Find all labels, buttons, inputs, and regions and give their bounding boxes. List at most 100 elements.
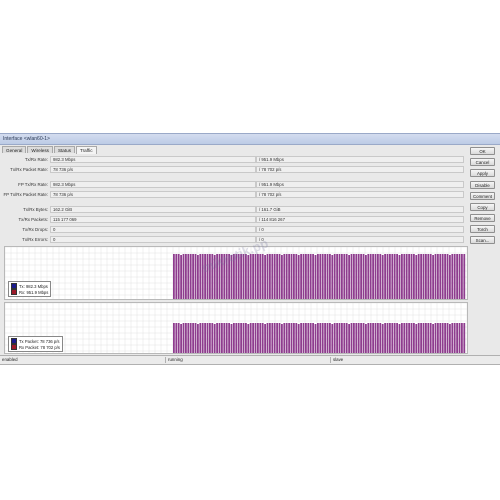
rate-bar <box>458 254 461 299</box>
packet-bar <box>355 323 358 353</box>
packet-bar <box>228 323 230 353</box>
packet-bar <box>410 323 413 353</box>
packet-bar <box>463 323 466 353</box>
packet-bar <box>218 323 221 353</box>
rate-bar <box>417 254 420 299</box>
rate-bar <box>314 255 317 299</box>
row-tx-rx-drops: Tx/Rx Drops: 0 / 0 <box>2 226 464 234</box>
row-tx-rx-bytes: Tx/Rx Bytes: 162.2 GiB / 161.7 GiB <box>2 206 464 214</box>
rate-bar <box>249 254 252 299</box>
rate-bar <box>357 254 360 299</box>
packet-bar <box>369 323 372 353</box>
rate-bar <box>252 254 254 299</box>
packet-graph-legend: Tx Packet: 78 736 p/s Rx Packet: 78 702 … <box>8 336 63 352</box>
packet-bar <box>204 323 206 353</box>
status-enabled: enabled <box>2 357 18 362</box>
packet-bar <box>444 323 446 353</box>
status-bar: enabled running slave <box>0 355 500 364</box>
packet-bar <box>221 323 223 353</box>
torch-button[interactable]: Torch <box>470 225 495 233</box>
packet-bar <box>187 323 190 353</box>
legend-swatch-rx <box>11 289 17 295</box>
packet-bar <box>432 324 434 353</box>
packet-graph: Tx Packet: 78 736 p/s Rx Packet: 78 702 … <box>4 302 468 354</box>
rate-bar <box>326 254 329 299</box>
rate-bar <box>379 254 382 299</box>
packet-bar <box>309 323 312 353</box>
tx-value: 0 <box>50 226 256 233</box>
window-titlebar[interactable]: Interface <wlan60-1> <box>0 134 500 145</box>
row-tx-rx-packet-rate: Tx/Rx Packet Rate: 78 736 p/s / 78 702 p… <box>2 166 464 174</box>
rate-bar <box>422 254 425 299</box>
field-label: Tx/Rx Rate: <box>24 157 48 162</box>
packet-bar <box>233 323 235 353</box>
tab-general[interactable]: General <box>2 146 27 153</box>
status-running: running <box>165 357 183 363</box>
rate-bar <box>300 254 302 299</box>
rate-bar <box>377 254 379 299</box>
packet-bar <box>396 323 398 353</box>
rate-bar <box>194 254 197 299</box>
packet-bar <box>345 323 348 353</box>
rate-bar <box>456 254 458 299</box>
packet-bar <box>343 323 346 353</box>
packet-bar <box>242 323 245 353</box>
packet-bar <box>201 323 204 353</box>
rate-bar <box>343 254 346 299</box>
ok-button[interactable]: OK <box>470 147 495 155</box>
packet-bar <box>192 323 194 353</box>
disable-button[interactable]: Disable <box>470 181 495 189</box>
packet-bar <box>451 323 454 353</box>
rate-bar <box>259 254 262 299</box>
field-label: Tx/Rx Packets: <box>18 217 48 222</box>
rate-bar <box>288 254 290 299</box>
packet-bar <box>449 324 451 353</box>
packet-bar <box>437 323 439 353</box>
rate-bar <box>353 254 355 299</box>
packet-bar <box>321 323 324 353</box>
rate-bar <box>362 254 365 299</box>
remove-button[interactable]: Remove <box>470 214 495 222</box>
rate-bar <box>453 254 456 299</box>
rate-bar <box>331 255 334 299</box>
legend-item-tx-packet: Tx Packet: 78 736 p/s <box>11 338 60 344</box>
comment-button[interactable]: Comment <box>470 192 495 200</box>
rate-bar <box>245 254 247 299</box>
rate-bar <box>276 254 278 299</box>
rate-bar <box>187 254 190 299</box>
field-label: FP Tx/Rx Rate: <box>18 182 48 187</box>
cancel-button[interactable]: Cancel <box>470 158 495 166</box>
rate-bar <box>247 255 250 299</box>
rate-bar <box>309 254 312 299</box>
apply-button[interactable]: Apply <box>470 169 495 177</box>
rate-bar <box>266 254 269 299</box>
rate-bar <box>410 254 413 299</box>
packet-bar <box>314 324 317 353</box>
packet-bar <box>173 323 175 353</box>
packet-bar <box>381 324 384 353</box>
rate-bar <box>355 254 358 299</box>
rate-bar <box>461 254 463 299</box>
rate-bar <box>297 255 300 299</box>
packet-bar <box>372 323 374 353</box>
packet-bar <box>245 323 247 353</box>
rate-bar <box>329 254 331 299</box>
rate-bar <box>408 254 410 299</box>
packet-bar <box>288 323 290 353</box>
tab-status[interactable]: Status <box>53 146 75 153</box>
rate-bar <box>283 254 286 299</box>
copy-button[interactable]: Copy <box>470 203 495 211</box>
rate-bar <box>396 254 398 299</box>
legend-label-tx-packet: Tx Packet: 78 736 p/s <box>19 338 60 344</box>
packet-bar <box>266 323 269 353</box>
packet-bar <box>177 323 180 353</box>
rate-bar <box>180 255 182 299</box>
tab-wireless[interactable]: Wireless <box>27 146 53 153</box>
packet-bar <box>290 323 293 353</box>
tab-traffic[interactable]: Traffic <box>76 146 97 154</box>
rate-bar <box>295 254 298 299</box>
rate-bar <box>278 254 281 299</box>
scan-button[interactable]: Scan... <box>470 236 495 244</box>
packet-bar <box>456 323 458 353</box>
rate-bar <box>389 254 391 299</box>
